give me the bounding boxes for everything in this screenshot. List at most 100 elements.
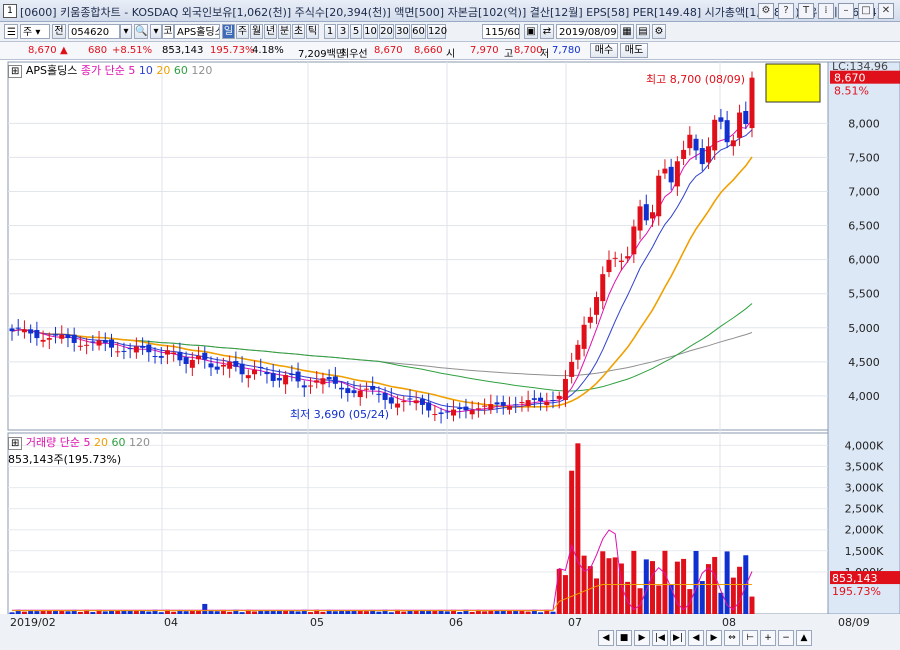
tab-5[interactable]: 초 bbox=[292, 24, 305, 39]
legend-stock-name[interactable]: APS홀딩스 bbox=[26, 64, 78, 77]
lock-icon[interactable]: ▣ bbox=[524, 24, 538, 39]
tab-1[interactable]: 주 bbox=[236, 24, 249, 39]
legend-toggle-icon[interactable]: ⊞ bbox=[8, 65, 23, 78]
volume-bar bbox=[674, 561, 680, 614]
stock-name-field[interactable]: APS홀딩스 bbox=[174, 24, 220, 39]
candle-body bbox=[475, 408, 481, 410]
volume-bar bbox=[339, 610, 345, 614]
nav-button-6[interactable]: ▶ bbox=[706, 630, 722, 646]
candle-body bbox=[295, 371, 301, 382]
period-select[interactable]: 주 ▾ bbox=[20, 24, 50, 39]
candle-body bbox=[612, 257, 618, 259]
code-dropdown-icon[interactable]: ▾ bbox=[120, 24, 132, 39]
restore-button[interactable]: □ bbox=[858, 3, 874, 19]
nav-button-8[interactable]: ⊢ bbox=[742, 630, 758, 646]
nav-button-10[interactable]: − bbox=[778, 630, 794, 646]
transparency-icon[interactable]: ⁞ bbox=[818, 3, 834, 19]
minimize-button[interactable]: – bbox=[838, 3, 854, 19]
tab-0[interactable]: 일 bbox=[222, 24, 235, 39]
candle-body bbox=[339, 387, 345, 390]
candle-body bbox=[643, 204, 649, 221]
stock-code-input[interactable]: 054620 bbox=[68, 24, 120, 39]
high-annotation: 최고 8,700 (08/09) bbox=[646, 73, 745, 86]
volume-legend-toggle-icon[interactable]: ⊞ bbox=[8, 437, 23, 450]
info-icon[interactable]: ? bbox=[778, 3, 794, 19]
count-field[interactable]: 115/600 bbox=[482, 24, 520, 39]
candle-body bbox=[320, 378, 326, 385]
window-menu-icon[interactable]: 1 bbox=[3, 4, 17, 18]
candle-body bbox=[594, 297, 600, 315]
volume-bar bbox=[108, 610, 114, 614]
minute-option-60[interactable]: 60 bbox=[411, 24, 426, 39]
config-icon[interactable]: ⚙ bbox=[652, 24, 666, 39]
stock-chart[interactable]: 8,000 7,500 7,000 6,500 6,000 5,500 5,000 4,500… bbox=[0, 0, 900, 650]
calendar-icon[interactable]: ▦ bbox=[620, 24, 634, 39]
list-icon[interactable]: ☰ bbox=[4, 24, 18, 39]
volume-bar bbox=[152, 609, 158, 614]
nav-button-3[interactable]: |◀ bbox=[652, 630, 668, 646]
volume-bar bbox=[177, 609, 183, 614]
legend-vma5: 5 bbox=[83, 436, 91, 449]
x-tick-label: 08 bbox=[722, 616, 736, 629]
save-icon[interactable]: ▤ bbox=[636, 24, 650, 39]
volume-bar bbox=[724, 551, 730, 614]
legend-volume-name[interactable]: 거래량 bbox=[26, 436, 56, 449]
volume-bar bbox=[164, 609, 170, 614]
volume-tick-label: 4,000K bbox=[845, 439, 884, 452]
nav-button-4[interactable]: ▶| bbox=[670, 630, 686, 646]
tab-4[interactable]: 분 bbox=[278, 24, 291, 39]
prev-button[interactable]: 전 bbox=[52, 24, 66, 39]
volume-bar bbox=[513, 611, 519, 614]
nav-button-9[interactable]: + bbox=[760, 630, 776, 646]
nav-button-2[interactable]: ▶ bbox=[634, 630, 650, 646]
volume-bar bbox=[668, 584, 674, 614]
text-icon[interactable]: T bbox=[798, 3, 814, 19]
tab-3[interactable]: 년 bbox=[264, 24, 277, 39]
market-badge: 코 bbox=[162, 24, 174, 39]
volume-bar bbox=[345, 610, 351, 614]
minute-option-5[interactable]: 5 bbox=[350, 24, 362, 39]
chart-toggle-icon[interactable]: ⇄ bbox=[540, 24, 554, 39]
nav-button-11[interactable]: ▲ bbox=[796, 630, 812, 646]
candle-body bbox=[196, 355, 202, 360]
candle-body bbox=[419, 398, 425, 405]
close-button[interactable]: ✕ bbox=[878, 3, 894, 19]
candle-body bbox=[482, 405, 488, 407]
candle-body bbox=[233, 361, 239, 367]
search-icon[interactable]: 🔍 bbox=[134, 24, 148, 39]
volume-tick-label: 3,500K bbox=[845, 461, 884, 474]
candle-body bbox=[718, 117, 724, 122]
volume-bar bbox=[15, 609, 21, 614]
minute-option-30[interactable]: 30 bbox=[395, 24, 410, 39]
candle-body bbox=[357, 390, 363, 398]
price-value: 8,670 bbox=[28, 45, 57, 56]
bid-value: 8,660 bbox=[414, 45, 443, 56]
nav-button-5[interactable]: ◀ bbox=[688, 630, 704, 646]
minute-option-120[interactable]: 120 bbox=[427, 24, 447, 39]
candle-body bbox=[183, 357, 189, 364]
volume-bar bbox=[525, 611, 531, 614]
nav-button-7[interactable]: ⇔ bbox=[724, 630, 740, 646]
tab-2[interactable]: 월 bbox=[250, 24, 263, 39]
sell-button[interactable]: 매도 bbox=[620, 43, 648, 58]
search-dropdown-icon[interactable]: ▾ bbox=[150, 24, 162, 39]
y-tick-label: 8,000 bbox=[848, 117, 880, 130]
settings-icon[interactable]: ⚙ bbox=[758, 3, 774, 19]
candle-body bbox=[121, 350, 127, 352]
volume-bar bbox=[693, 550, 699, 614]
buy-button[interactable]: 매수 bbox=[590, 43, 618, 58]
volume-bar bbox=[96, 609, 102, 614]
minute-option-10[interactable]: 10 bbox=[363, 24, 378, 39]
nav-button-1[interactable]: ■ bbox=[616, 630, 632, 646]
minute-option-20[interactable]: 20 bbox=[379, 24, 394, 39]
candle-body bbox=[681, 149, 687, 159]
open-value: 7,970 bbox=[470, 45, 499, 56]
minute-option-1[interactable]: 1 bbox=[324, 24, 336, 39]
volume-bar bbox=[587, 566, 593, 614]
volume-bar bbox=[506, 610, 512, 614]
nav-button-0[interactable]: ◀ bbox=[598, 630, 614, 646]
volume-value-label: 853,143주(195.73%) bbox=[8, 453, 122, 466]
tab-6[interactable]: 틱 bbox=[306, 24, 319, 39]
date-field[interactable]: 2019/08/09 bbox=[556, 24, 618, 39]
minute-option-3[interactable]: 3 bbox=[337, 24, 349, 39]
